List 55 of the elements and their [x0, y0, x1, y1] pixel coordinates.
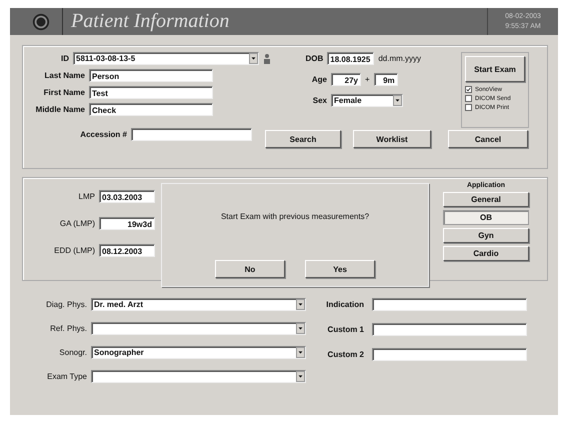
field-label: LMP: [78, 192, 95, 201]
field-label: Exam Type: [46, 372, 87, 380]
field-label: Indication: [325, 300, 364, 308]
checkbox[interactable]: [465, 86, 472, 93]
sex-dropdown[interactable]: Female: [331, 94, 403, 107]
application-tab[interactable]: Cardio: [443, 246, 529, 261]
input-field[interactable]: 9m: [374, 73, 398, 86]
field-label: DOB: [304, 54, 324, 63]
application-tab[interactable]: General: [443, 192, 529, 207]
id-dropdown[interactable]: 5811-03-08-13-5: [73, 52, 259, 65]
field-label: Sex: [312, 96, 327, 105]
input-field[interactable]: Test: [89, 86, 213, 99]
field-label: GA (LMP): [58, 219, 95, 228]
field-label: Sonogr.: [58, 348, 87, 356]
action-button[interactable]: Worklist: [353, 130, 431, 148]
dropdown[interactable]: Sonographer: [91, 346, 306, 358]
input-field[interactable]: 03.03.2003: [99, 190, 155, 203]
dropdown[interactable]: Dr. med. Arzt: [91, 298, 306, 310]
dialog-message: Start Exam with previous measurements?: [220, 212, 370, 221]
action-button[interactable]: Search: [265, 130, 341, 148]
field-label: Age: [310, 75, 327, 84]
input-field[interactable]: 08.12.2003: [99, 244, 155, 257]
format-hint: dd.mm.yyyy: [378, 54, 421, 63]
input-field[interactable]: Person: [89, 69, 213, 82]
input-field[interactable]: 18.08.1925: [327, 52, 374, 65]
input-field[interactable]: [372, 348, 527, 360]
dialog-button[interactable]: No: [215, 260, 285, 278]
input-field[interactable]: 19w3d: [99, 217, 155, 230]
action-button[interactable]: Cancel: [448, 130, 528, 148]
input-field[interactable]: 27y: [331, 73, 361, 86]
field-label: ID: [60, 54, 69, 63]
dropdown[interactable]: [91, 370, 306, 382]
field-label: Last Name: [44, 71, 85, 80]
logo-icon: [32, 12, 50, 30]
dialog-button[interactable]: Yes: [305, 260, 375, 278]
field-label: Middle Name: [34, 105, 85, 114]
field-label: Ref. Phys.: [49, 324, 87, 332]
input-field[interactable]: [131, 128, 252, 141]
checkbox[interactable]: [465, 104, 472, 111]
field-label: Custom 2: [326, 350, 364, 358]
input-field[interactable]: Check: [89, 103, 213, 116]
field-label: Diag. Phys.: [45, 300, 87, 308]
person-icon[interactable]: [263, 52, 271, 64]
start-exam-button[interactable]: Start Exam: [465, 56, 525, 82]
plus-text: +: [365, 75, 370, 84]
field-label: Custom 1: [326, 324, 364, 334]
checkbox[interactable]: [465, 95, 472, 102]
field-label: EDD (LMP): [53, 246, 95, 255]
input-field[interactable]: [372, 322, 527, 336]
input-field[interactable]: [372, 298, 527, 310]
application-tab[interactable]: OB: [443, 210, 529, 225]
field-label: Accession #: [79, 130, 127, 139]
field-label: First Name: [42, 88, 85, 97]
dropdown[interactable]: [91, 322, 306, 334]
application-tab[interactable]: Gyn: [443, 228, 529, 243]
